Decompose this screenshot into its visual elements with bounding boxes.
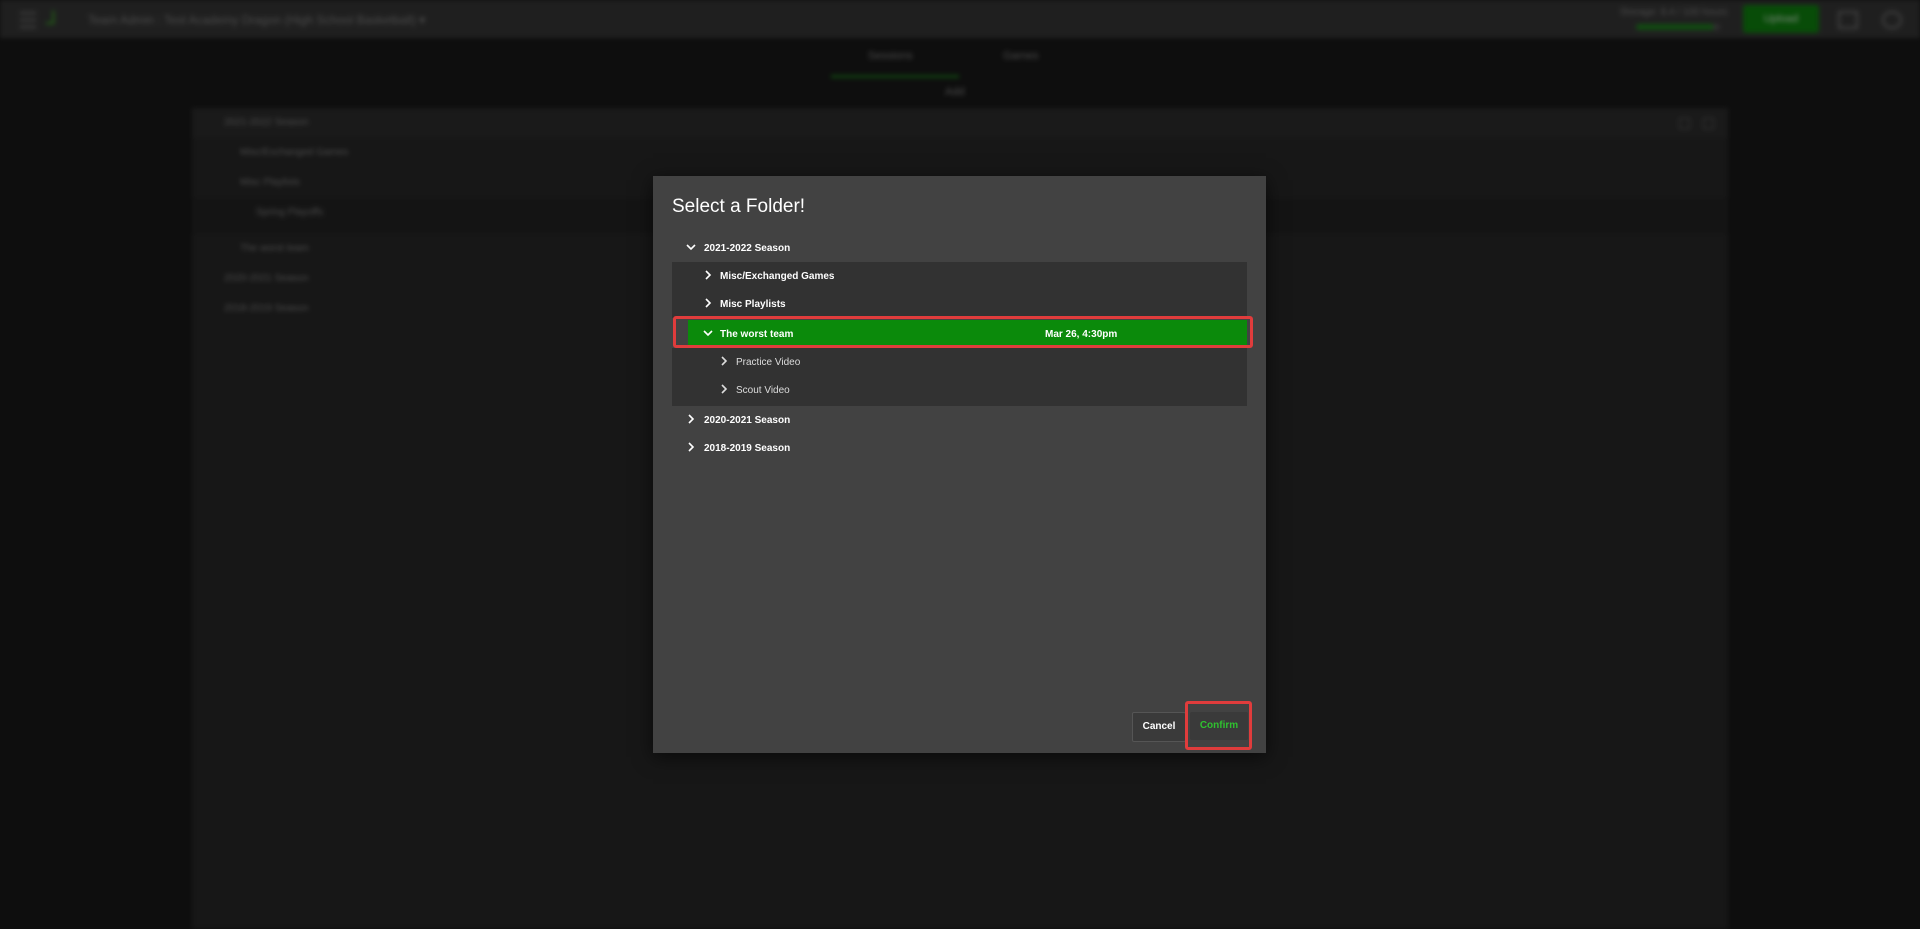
tree-item-label: 2020-2021 Season: [704, 415, 791, 426]
tree-item-label: Scout Video: [736, 385, 790, 396]
tree-item-2021-2022-season[interactable]: 2021-2022 Season: [672, 234, 1247, 262]
tree-item-label: Practice Video: [736, 357, 801, 368]
tree-item-misc-exchanged-games[interactable]: Misc/Exchanged Games: [672, 262, 1247, 290]
chevron-right-icon[interactable]: [719, 384, 729, 394]
tree-item-label: 2018-2019 Season: [704, 443, 791, 454]
tree-item-2018-2019-season[interactable]: 2018-2019 Season: [672, 434, 1247, 462]
confirm-button-highlight: [1185, 701, 1252, 750]
dialog-title: Select a Folder!: [672, 196, 806, 217]
tree-item-2020-2021-season[interactable]: 2020-2021 Season: [672, 406, 1247, 434]
tree-item-label: Misc/Exchanged Games: [720, 271, 835, 282]
chevron-right-icon[interactable]: [703, 298, 713, 308]
tree-item-practice-video[interactable]: Practice Video: [672, 348, 1247, 376]
chevron-right-icon[interactable]: [703, 270, 713, 280]
tree-item-scout-video[interactable]: Scout Video: [672, 376, 1247, 406]
chevron-right-icon[interactable]: [719, 356, 729, 366]
tree-item-label: Misc Playlists: [720, 299, 786, 310]
select-folder-dialog: Select a Folder! 2021-2022 Season Misc/E…: [653, 176, 1266, 753]
cancel-button[interactable]: Cancel: [1132, 712, 1186, 742]
chevron-right-icon[interactable]: [686, 414, 696, 424]
chevron-right-icon[interactable]: [686, 442, 696, 452]
selected-row-highlight: [673, 316, 1253, 348]
tree-item-misc-playlists[interactable]: Misc Playlists: [672, 290, 1247, 318]
tree-item-label: 2021-2022 Season: [704, 243, 791, 254]
chevron-down-icon[interactable]: [686, 242, 696, 252]
